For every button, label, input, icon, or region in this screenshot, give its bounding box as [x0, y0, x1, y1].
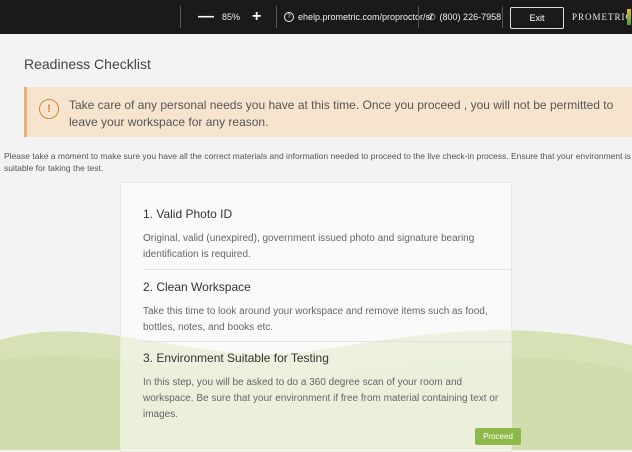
- proceed-button[interactable]: Proceed: [475, 428, 521, 445]
- brand-logo-mark: [627, 9, 631, 25]
- checklist-item-title: 2. Clean Workspace: [143, 280, 251, 294]
- top-toolbar: — 85% + ? ehelp.prometric.com/proproctor…: [0, 0, 632, 34]
- zoom-out-button[interactable]: —: [198, 9, 214, 25]
- checklist-item-body: In this step, you will be asked to do a …: [143, 377, 499, 420]
- checklist-item-body: Take this time to look around your works…: [143, 306, 488, 333]
- checklist-item: 2. Clean Workspace Take this time to loo…: [143, 280, 503, 336]
- intro-text: Please take a moment to make sure you ha…: [4, 151, 631, 173]
- toolbar-divider: [418, 6, 419, 28]
- alert-text: Take care of any personal needs you have…: [69, 98, 614, 129]
- checklist-item-title: 3. Environment Suitable for Testing: [143, 351, 329, 365]
- checklist-item: 3. Environment Suitable for Testing In t…: [143, 351, 503, 423]
- divider: [143, 341, 513, 342]
- toolbar-divider: [276, 6, 277, 28]
- help-link[interactable]: ? ehelp.prometric.com/proproctor/s/: [284, 0, 433, 34]
- checklist-item-body: Original, valid (unexpired), government …: [143, 233, 475, 260]
- warning-icon: !: [39, 99, 59, 119]
- help-icon: ?: [284, 12, 294, 22]
- prometric-logo: PROMETRIC: [572, 12, 632, 22]
- toolbar-divider: [180, 6, 181, 28]
- zoom-level: 85%: [222, 12, 241, 22]
- checklist-card: 1. Valid Photo ID Original, valid (unexp…: [120, 182, 513, 452]
- toolbar-divider: [502, 6, 503, 28]
- checklist-item-title: 1. Valid Photo ID: [143, 207, 233, 221]
- checklist-item: 1. Valid Photo ID Original, valid (unexp…: [143, 207, 503, 263]
- zoom-in-button[interactable]: +: [252, 9, 261, 25]
- exit-button[interactable]: Exit: [510, 7, 564, 29]
- divider: [143, 269, 513, 270]
- help-url: ehelp.prometric.com/proproctor/s/: [298, 12, 433, 22]
- page-title: Readiness Checklist: [24, 56, 151, 72]
- warning-alert: ! Take care of any personal needs you ha…: [24, 87, 632, 137]
- phone-number: ✆ (800) 226-7958: [428, 11, 502, 23]
- phone-icon: ✆: [428, 11, 436, 22]
